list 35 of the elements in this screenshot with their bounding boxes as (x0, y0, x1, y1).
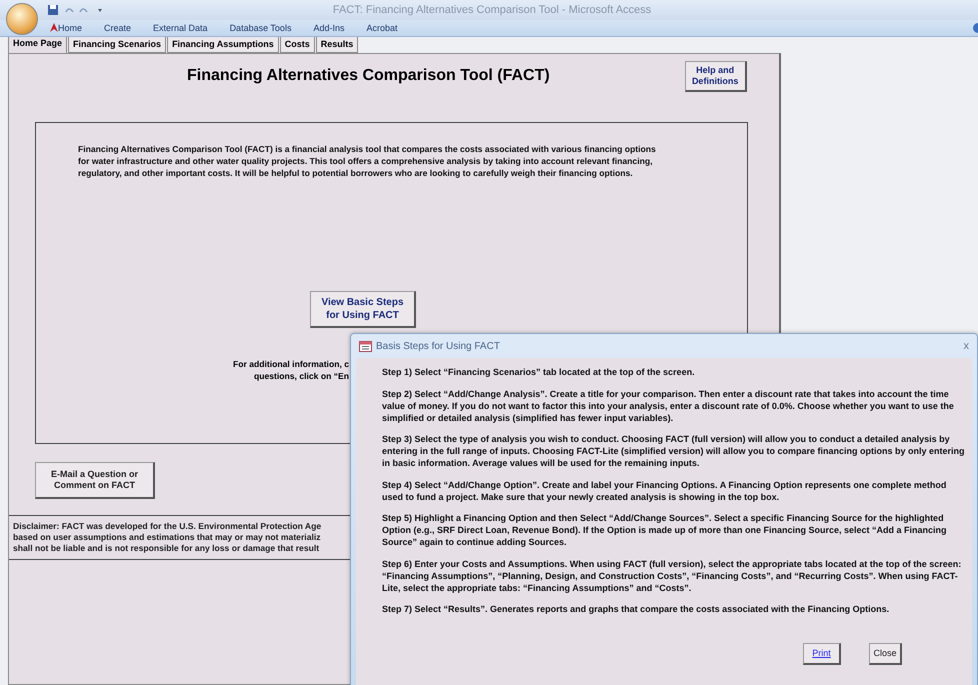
step-text: Step 4) Select “Add/Change Option”. Create and label your Financing Options. A Financing Option represents one complete method used to fund a project. Make sure that your newly created analysis is showing in the top box. (382, 478, 948, 502)
contact-text: questions, click on “En (254, 370, 349, 382)
form-heading: Financing Alternatives Comparison Tool (FACT) (187, 67, 550, 85)
view-steps-button[interactable]: View Basic Steps for Using FACT (310, 291, 416, 328)
step-text: Step 2) Select “Add/Change Analysis”. Create a title for your comparison. Then enter a discount rate that takes into account the time value of money. If you do not want to factor this into your analysis, enter a discount rate of 0.0%. Choose whether you want to use the simplified or detailed analysis (simplified has fewer input variables). (382, 388, 955, 424)
form-tab[interactable]: Financing Assumptions (167, 36, 279, 53)
help-button[interactable]: Help and Definitions (684, 61, 747, 92)
step-text: Step 6) Enter your Costs and Assumptions. When using FACT (full version), select the appropriate tabs located at the top of the screen: “Financing Assumptions”, “Planning, Design, and Construction Costs”, “Financing Costs”, and “Recurring Costs”. When using FACT-Lite, select the appropriate tabs: “Financing Assumptions” and “Costs”. (382, 558, 962, 594)
ribbon-tab[interactable]: Create (104, 23, 146, 33)
window-title: FACT: Financing Alternatives Comparison Tool - Microsoft Access (332, 4, 652, 16)
form-tab[interactable]: Financing Scenarios (68, 36, 166, 53)
print-button[interactable]: Print (803, 642, 841, 664)
ribbon-tab[interactable]: Database Tools (230, 23, 306, 33)
help-icon[interactable] (970, 23, 978, 33)
form-icon (359, 340, 372, 352)
office-button[interactable] (6, 3, 38, 35)
disclaimer-text: Disclaimer: FACT was developed for the U.S. Environmental Protection Age (13, 521, 322, 532)
step-text: Step 5) Highlight a Financing Option and then Select “Add/Change Sources”. Select a specific Financing Source for the highlighted Option (e.g., SRF Direct Loan, Revenue Bond). If the Option is made up of more than one Financing Source, select “Add a Financing Source” again to continue adding Sources. (382, 512, 948, 548)
step-text: Step 1) Select “Financing Scenarios” tab located at the top of the screen. (382, 366, 696, 378)
contact-text: For additional information, c (232, 358, 349, 370)
dialog-title: Basis Steps for Using FACT (376, 340, 500, 352)
form-tab[interactable]: Results (316, 36, 358, 53)
ribbon-tab[interactable]: Add-Ins (313, 23, 358, 33)
intro-text: Financing Alternatives Comparison Tool (FACT) is a financial analysis tool that compares the costs associated with various financing options for water infrastructure and other water quality projects. This tool offers a comprehensive analysis by taking into account relevant financing, regulatory, and other important costs. It will be helpful to potential borrowers who are looking to carefully weigh their financing options. (78, 143, 657, 179)
email-button[interactable]: E-Mail a Question or Comment on FACT (35, 462, 155, 499)
ribbon-tab[interactable]: External Data (153, 23, 222, 33)
form-tab[interactable]: Costs (280, 36, 315, 53)
ribbon-tab[interactable]: Home (58, 23, 96, 33)
step-text: Step 3) Select the type of analysis you wish to conduct. Choosing FACT (full version) will allow you to conduct a detailed analysis by entering in the full range of inputs. Choosing FACT-Lite (simplified version) will allow you to compare financing options by only entering in basic information. Average values will be used for the remaining inputs. (382, 433, 966, 469)
disclaimer-text: shall not be liable and is not responsible for any loss or damage that result (13, 543, 320, 554)
close-icon[interactable]: x (964, 340, 969, 352)
disclaimer-text: based on user assumptions and estimations that may or may not materializ (13, 532, 321, 543)
close-button[interactable]: Close (869, 642, 902, 664)
ribbon-tab[interactable]: Acrobat (366, 23, 412, 33)
step-text: Step 7) Select “Results”. Generates reports and graphs that compare the costs associated with the Financing Options. (382, 603, 890, 615)
